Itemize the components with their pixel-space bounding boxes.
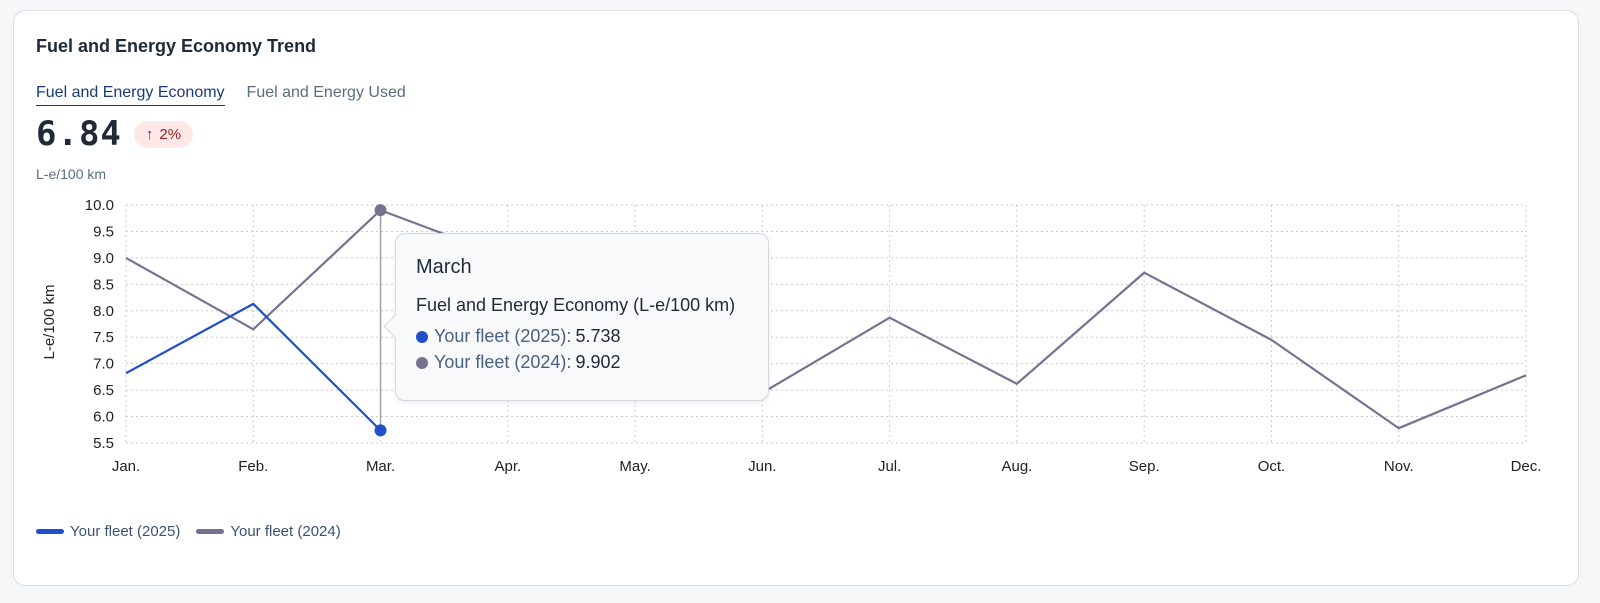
x-tick-label: Jan.	[112, 458, 140, 475]
y-tick-label: 7.0	[93, 356, 114, 373]
y-tick-label: 6.0	[93, 409, 114, 426]
legend-swatch-2025	[36, 529, 64, 534]
tooltip-row-2025: Your fleet (2025): 5.738	[416, 326, 748, 347]
tooltip-series-name: Your fleet (2024):	[434, 352, 572, 372]
tooltip-series-value: 5.738	[575, 326, 621, 346]
x-tick-label: Sep.	[1129, 458, 1160, 475]
y-tick-label: 6.5	[93, 382, 114, 399]
x-tick-label: Feb.	[238, 458, 268, 475]
legend-swatch-2024	[196, 529, 225, 534]
x-tick-label: Nov.	[1384, 458, 1414, 475]
x-tick-label: Jul.	[878, 458, 901, 475]
tooltip-month: March	[416, 256, 472, 278]
x-tick-label: Apr.	[494, 458, 521, 475]
tooltip-series-value: 9.902	[575, 352, 621, 372]
series-line-2024	[125, 208, 1527, 430]
chart-grid	[125, 204, 1527, 444]
x-tick-label: Jun.	[748, 458, 776, 475]
tooltip-metric: Fuel and Energy Economy (L-e/100 km)	[416, 295, 736, 315]
y-tick-label: 10.0	[85, 197, 114, 214]
chart-series	[125, 208, 1527, 432]
tooltip-row-2024: Your fleet (2024): 9.902	[416, 352, 748, 373]
chart-tooltip: March Fuel and Energy Economy (L-e/100 k…	[395, 233, 769, 401]
x-tick-label: Aug.	[1001, 458, 1032, 475]
legend-item-2025[interactable]: Your fleet (2025)	[36, 523, 180, 540]
legend-label: Your fleet (2025)	[70, 523, 181, 540]
legend-label: Your fleet (2024)	[230, 523, 341, 540]
hover-point-2025	[374, 424, 387, 437]
y-tick-label: 7.5	[93, 329, 114, 346]
x-tick-label: Mar.	[366, 458, 395, 475]
y-tick-label: 5.5	[93, 435, 114, 452]
y-axis-label: L-e/100 km	[41, 284, 58, 359]
line-chart: 5.5 6.0 6.5 7.0 7.5 8.0 8.5 9.0 9.5 10.0 Jan. Feb.…	[41, 197, 1542, 475]
x-tick-label: Oct.	[1258, 458, 1286, 475]
chart-legend: Your fleet (2025) Your fleet (2024)	[36, 523, 341, 540]
series-2025-dot-icon	[416, 330, 428, 343]
x-tick-label: May.	[619, 458, 650, 475]
legend-item-2024[interactable]: Your fleet (2024)	[196, 523, 341, 540]
y-tick-label: 8.0	[93, 303, 114, 320]
y-axis-ticks: 5.5 6.0 6.5 7.0 7.5 8.0 8.5 9.0 9.5 10.0	[85, 197, 114, 452]
x-axis-ticks: Jan. Feb. Mar. Apr. May. Jun. Jul. Aug. Sep. Oct.…	[112, 458, 1542, 475]
x-tick-label: Dec.	[1511, 458, 1542, 475]
hover-point-2024	[374, 204, 387, 217]
tooltip-series-name: Your fleet (2025):	[434, 326, 572, 346]
y-tick-label: 9.5	[93, 223, 114, 240]
y-tick-label: 9.0	[93, 250, 114, 267]
series-2024-dot-icon	[416, 356, 428, 369]
y-tick-label: 8.5	[93, 276, 114, 293]
